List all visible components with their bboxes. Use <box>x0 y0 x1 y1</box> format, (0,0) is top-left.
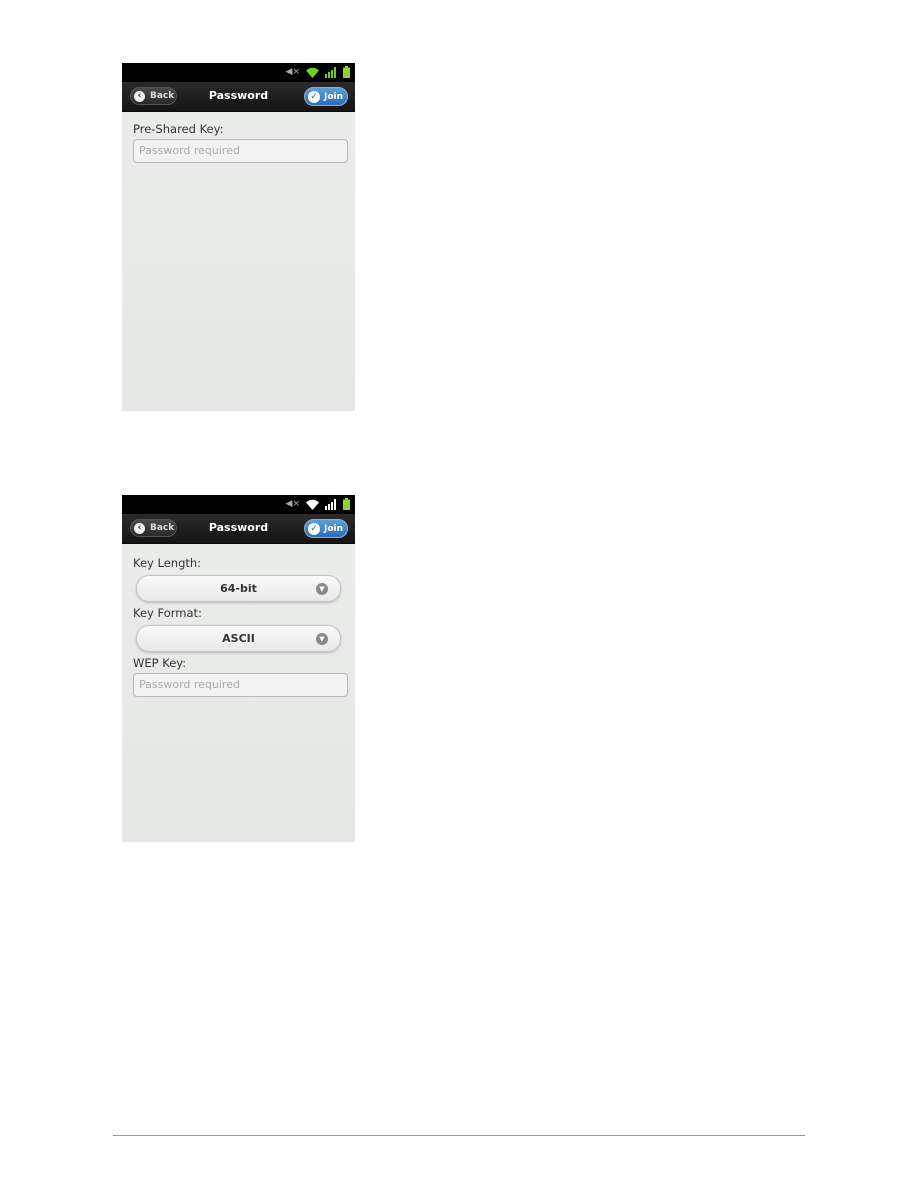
checkmark-icon: ✓ <box>308 90 320 103</box>
signal-icon <box>325 498 336 510</box>
key-length-label: Key Length: <box>133 556 202 570</box>
footer-divider <box>113 1135 805 1136</box>
wep-key-label: WEP Key: <box>133 656 187 670</box>
battery-icon <box>343 498 350 510</box>
battery-icon <box>343 66 350 78</box>
key-format-select[interactable]: ASCII ▼ <box>136 625 341 652</box>
status-bar: ◀× <box>122 63 355 82</box>
wep-password-screen: ◀× ‹ Back Password ✓ Join Key Length: 64-b… <box>122 495 355 842</box>
join-button[interactable]: ✓ Join <box>304 519 348 538</box>
mute-icon: ◀× <box>285 499 300 509</box>
signal-icon <box>325 66 336 78</box>
key-length-select[interactable]: 64-bit ▼ <box>136 575 341 602</box>
join-button[interactable]: ✓ Join <box>304 87 348 106</box>
psk-label: Pre-Shared Key: <box>133 122 224 136</box>
wifi-icon <box>306 499 319 510</box>
chevron-down-icon: ▼ <box>316 633 328 645</box>
status-bar: ◀× <box>122 495 355 514</box>
document-page: ◀× ‹ Back Password ✓ Join Pre-Shared Key: … <box>0 0 918 1188</box>
psk-input[interactable]: Password required <box>133 139 348 163</box>
psk-password-screen: ◀× ‹ Back Password ✓ Join Pre-Shared Key: … <box>122 63 355 411</box>
nav-bar: ‹ Back Password ✓ Join <box>122 514 355 544</box>
mute-icon: ◀× <box>285 67 300 77</box>
chevron-down-icon: ▼ <box>316 583 328 595</box>
nav-bar: ‹ Back Password ✓ Join <box>122 82 355 112</box>
checkmark-icon: ✓ <box>308 522 320 535</box>
wifi-icon <box>306 67 319 78</box>
wep-key-input[interactable]: Password required <box>133 673 348 697</box>
key-format-label: Key Format: <box>133 606 202 620</box>
